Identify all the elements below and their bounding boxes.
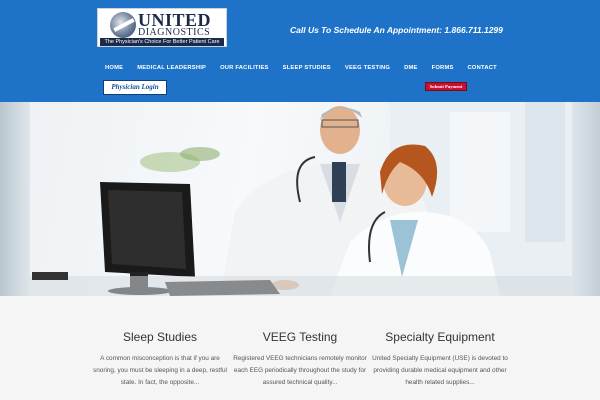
feature-text: Registered VEEG technicians remotely mon… bbox=[233, 355, 367, 386]
main-nav: HOME MEDICAL LEADERSHIP OUR FACILITIES S… bbox=[98, 61, 504, 75]
hero-side-left bbox=[0, 102, 30, 296]
feature-text: United Specialty Equipment (USE) is devo… bbox=[372, 355, 508, 386]
site-header: UNITED DIAGNOSTICS The Physician's Choic… bbox=[0, 0, 600, 102]
nav-item-our-facilities[interactable]: OUR FACILITIES bbox=[213, 61, 276, 75]
nav-item-home[interactable]: HOME bbox=[98, 61, 130, 75]
feature-text: A common misconception is that if you ar… bbox=[93, 355, 227, 386]
globe-logo-icon bbox=[110, 12, 136, 38]
submit-payment-button[interactable]: Submit Payment bbox=[425, 82, 467, 91]
nav-item-contact[interactable]: CONTACT bbox=[461, 61, 504, 75]
feature-title[interactable]: Specialty Equipment bbox=[370, 330, 510, 344]
nav-item-veeg-testing[interactable]: VEEG TESTING bbox=[338, 61, 397, 75]
appointment-callout: Call Us To Schedule An Appointment: 1.86… bbox=[290, 25, 503, 35]
feature-title[interactable]: VEEG Testing bbox=[230, 330, 370, 344]
hero-side-right bbox=[572, 102, 600, 296]
nav-item-dme[interactable]: DME bbox=[397, 61, 424, 75]
hero-doctors-illustration bbox=[30, 102, 572, 296]
logo-tagline: The Physician's Choice For Better Patien… bbox=[100, 38, 224, 46]
physician-login-button[interactable]: Physician Login bbox=[103, 80, 167, 95]
feature-sleep-studies[interactable]: Sleep Studies A common misconception is … bbox=[90, 330, 230, 389]
feature-specialty-equipment[interactable]: Specialty Equipment United Specialty Equ… bbox=[370, 330, 510, 389]
nav-item-sleep-studies[interactable]: SLEEP STUDIES bbox=[276, 61, 338, 75]
logo[interactable]: UNITED DIAGNOSTICS The Physician's Choic… bbox=[97, 8, 227, 47]
nav-item-forms[interactable]: FORMS bbox=[425, 61, 461, 75]
feature-veeg-testing[interactable]: VEEG Testing Registered VEEG technicians… bbox=[230, 330, 370, 389]
feature-section: Sleep Studies A common misconception is … bbox=[90, 330, 510, 400]
nav-item-medical-leadership[interactable]: MEDICAL LEADERSHIP bbox=[130, 61, 213, 75]
hero-banner bbox=[0, 102, 600, 296]
logo-subname: DIAGNOSTICS bbox=[138, 27, 211, 38]
feature-title[interactable]: Sleep Studies bbox=[90, 330, 230, 344]
